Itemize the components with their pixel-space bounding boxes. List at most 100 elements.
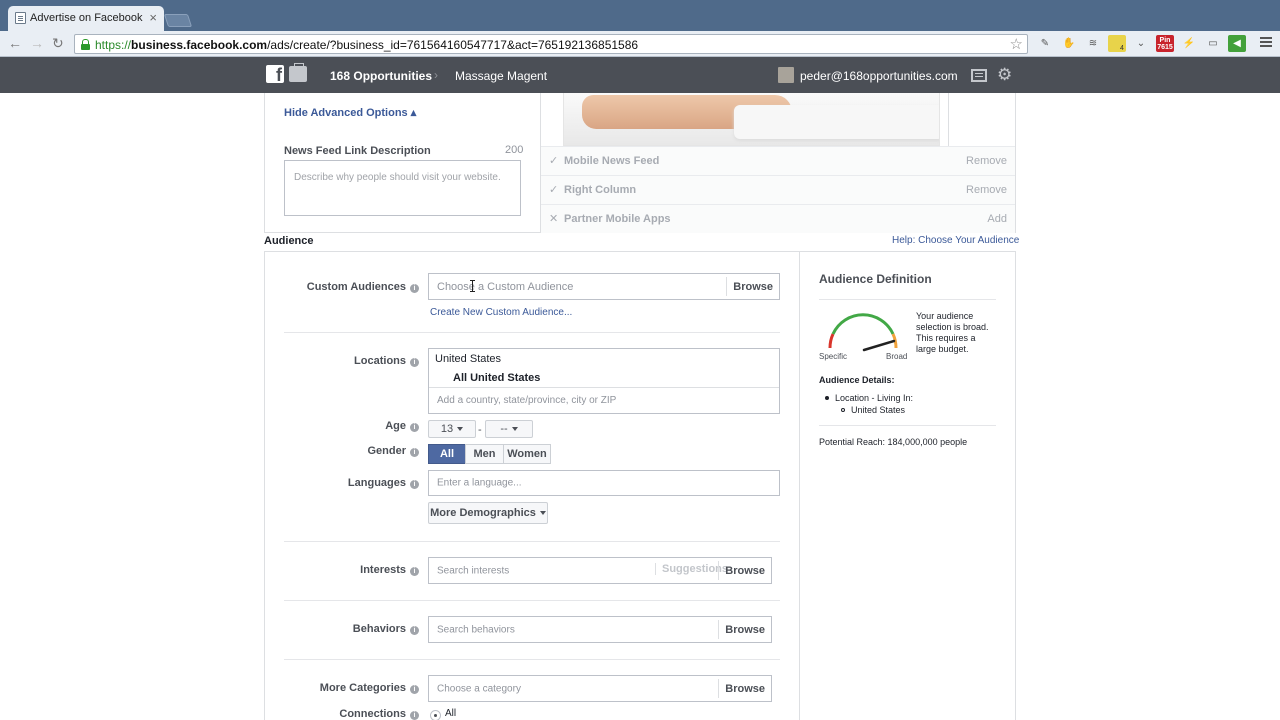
pin-count: 7615 xyxy=(1157,43,1173,51)
account-name[interactable]: 168 Opportunities xyxy=(330,69,432,83)
lock-icon xyxy=(81,39,90,50)
briefcase-icon[interactable] xyxy=(289,63,307,82)
caret-down-icon xyxy=(539,511,546,515)
check-icon: ✓ xyxy=(549,184,559,196)
audience-definition-title: Audience Definition xyxy=(819,272,932,286)
info-icon[interactable]: i xyxy=(410,567,419,576)
avatar[interactable] xyxy=(778,67,794,83)
reload-icon[interactable]: ↻ xyxy=(52,35,64,52)
hide-advanced-options-link[interactable]: Hide Advanced Options ▴ xyxy=(284,106,416,119)
audience-help-link[interactable]: Help: Choose Your Audience xyxy=(892,235,1019,246)
location-country: United States xyxy=(435,353,502,365)
bullet-icon xyxy=(825,396,829,400)
age-max-value: -- xyxy=(500,423,508,435)
news-feed-link-description-field[interactable]: Describe why people should visit your we… xyxy=(284,160,521,216)
behaviors-input[interactable]: Search behaviors Browse xyxy=(428,616,772,643)
preview-towel xyxy=(734,105,939,139)
news-feed-link-description-label: News Feed Link Description xyxy=(284,145,431,157)
behaviors-label: Behaviors i xyxy=(353,623,419,635)
info-icon[interactable]: i xyxy=(410,284,419,293)
browse-button[interactable]: Browse xyxy=(718,561,771,580)
location-search-input[interactable]: Add a country, state/province, city or Z… xyxy=(437,395,616,406)
divider xyxy=(429,387,779,388)
note-extension-icon[interactable]: 4 xyxy=(1108,35,1126,52)
placement-row: ✓ Mobile News Feed Remove xyxy=(541,146,1015,175)
browse-button[interactable]: Browse xyxy=(718,679,771,698)
age-min-select[interactable]: 13 xyxy=(428,420,476,438)
gauge-description: Your audience selection is broad. This r… xyxy=(916,311,989,354)
hand-extension-icon[interactable]: ✋ xyxy=(1060,35,1078,52)
check-icon: ✓ xyxy=(549,155,559,167)
suggestions-button[interactable]: Suggestions xyxy=(655,563,728,575)
browser-tab[interactable]: Advertise on Facebook × xyxy=(8,6,164,31)
info-icon[interactable]: i xyxy=(410,685,419,694)
back-arrow-icon[interactable]: ← xyxy=(8,35,22,51)
info-icon[interactable]: i xyxy=(410,626,419,635)
placement-label: Partner Mobile Apps xyxy=(564,213,671,225)
new-tab-button[interactable] xyxy=(163,14,193,27)
forward-arrow-icon[interactable]: → xyxy=(30,35,44,51)
custom-audiences-label: Custom Audiences i xyxy=(307,281,419,293)
url-text: https://business.facebook.com/ads/create… xyxy=(95,38,638,52)
campaign-name[interactable]: Massage Magent xyxy=(455,69,547,83)
facebook-logo-icon[interactable] xyxy=(266,65,284,86)
remove-placement-link[interactable]: Remove xyxy=(966,184,1007,196)
locations-field[interactable]: United States All United States Add a co… xyxy=(428,348,780,414)
detail-country: United States xyxy=(851,405,906,415)
pencil-extension-icon[interactable]: ✎ xyxy=(1036,35,1054,52)
more-demographics-button[interactable]: More Demographics xyxy=(428,502,548,524)
pinterest-extension-icon[interactable]: Pin 7615 xyxy=(1156,35,1174,52)
pocket-extension-icon[interactable]: ⌄ xyxy=(1132,35,1150,52)
browse-button[interactable]: Browse xyxy=(726,277,779,296)
audience-heading: Audience xyxy=(264,235,314,247)
layers-extension-icon[interactable]: ≋ xyxy=(1084,35,1102,52)
connections-all-radio[interactable] xyxy=(430,710,441,720)
info-icon[interactable]: i xyxy=(410,480,419,489)
page-icon xyxy=(15,12,26,24)
more-categories-label-text: More Categories xyxy=(319,682,406,694)
gear-icon[interactable]: ⚙ xyxy=(997,66,1012,83)
close-icon[interactable]: × xyxy=(149,10,157,25)
browse-button[interactable]: Browse xyxy=(718,620,771,639)
lightning-extension-icon[interactable]: ⚡ xyxy=(1180,35,1198,52)
location-token[interactable]: All United States xyxy=(453,372,540,384)
divider xyxy=(284,541,780,542)
list-icon[interactable] xyxy=(971,69,987,82)
age-max-select[interactable]: -- xyxy=(485,420,533,438)
speaker-extension-icon[interactable]: ◀ xyxy=(1228,35,1246,52)
user-email[interactable]: peder@168opportunities.com xyxy=(800,69,958,83)
add-placement-link[interactable]: Add xyxy=(987,213,1007,225)
gender-women-button[interactable]: Women xyxy=(503,444,551,464)
detail-location: Location - Living In: xyxy=(835,393,914,403)
interests-input[interactable]: Search interests Suggestions Browse xyxy=(428,557,772,584)
placement-row: ✕ Partner Mobile Apps Add xyxy=(541,204,1015,233)
note-badge: 4 xyxy=(1120,45,1124,52)
gender-men-button[interactable]: Men xyxy=(465,444,504,464)
address-bar[interactable]: https://business.facebook.com/ads/create… xyxy=(74,34,1028,54)
bookmark-star-icon[interactable]: ☆ xyxy=(1010,35,1023,53)
info-icon[interactable]: i xyxy=(410,711,419,720)
info-icon[interactable]: i xyxy=(410,358,419,367)
languages-label: Languages i xyxy=(348,477,419,489)
behaviors-label-text: Behaviors xyxy=(352,623,406,635)
caret-down-icon xyxy=(511,427,518,431)
extension-icons: ✎ ✋ ≋ 4 ⌄ Pin 7615 ⚡ ▭ ◀ xyxy=(1036,35,1246,53)
gender-all-button[interactable]: All xyxy=(428,444,466,464)
pin-badge: Pin xyxy=(1159,36,1171,44)
locations-label: Locations i xyxy=(354,355,419,367)
create-custom-audience-link[interactable]: Create New Custom Audience... xyxy=(430,307,572,318)
remove-placement-link[interactable]: Remove xyxy=(966,155,1007,167)
info-icon[interactable]: i xyxy=(410,423,419,432)
categories-input[interactable]: Choose a category Browse xyxy=(428,675,772,702)
info-icon[interactable]: i xyxy=(410,448,419,457)
menu-icon[interactable] xyxy=(1260,37,1272,39)
circle-bullet-icon xyxy=(841,408,845,412)
screen-extension-icon[interactable]: ▭ xyxy=(1204,35,1222,52)
list-item: Location - Living In: xyxy=(825,392,914,404)
more-demographics-label: More Demographics xyxy=(430,507,536,519)
interests-label: Interests i xyxy=(360,564,419,576)
custom-audiences-label-text: Custom Audiences xyxy=(306,281,406,293)
custom-audience-input[interactable]: Choose a Custom Audience Browse xyxy=(428,273,780,300)
languages-input[interactable]: Enter a language... xyxy=(428,470,780,496)
potential-reach: Potential Reach: 184,000,000 people xyxy=(819,437,968,447)
